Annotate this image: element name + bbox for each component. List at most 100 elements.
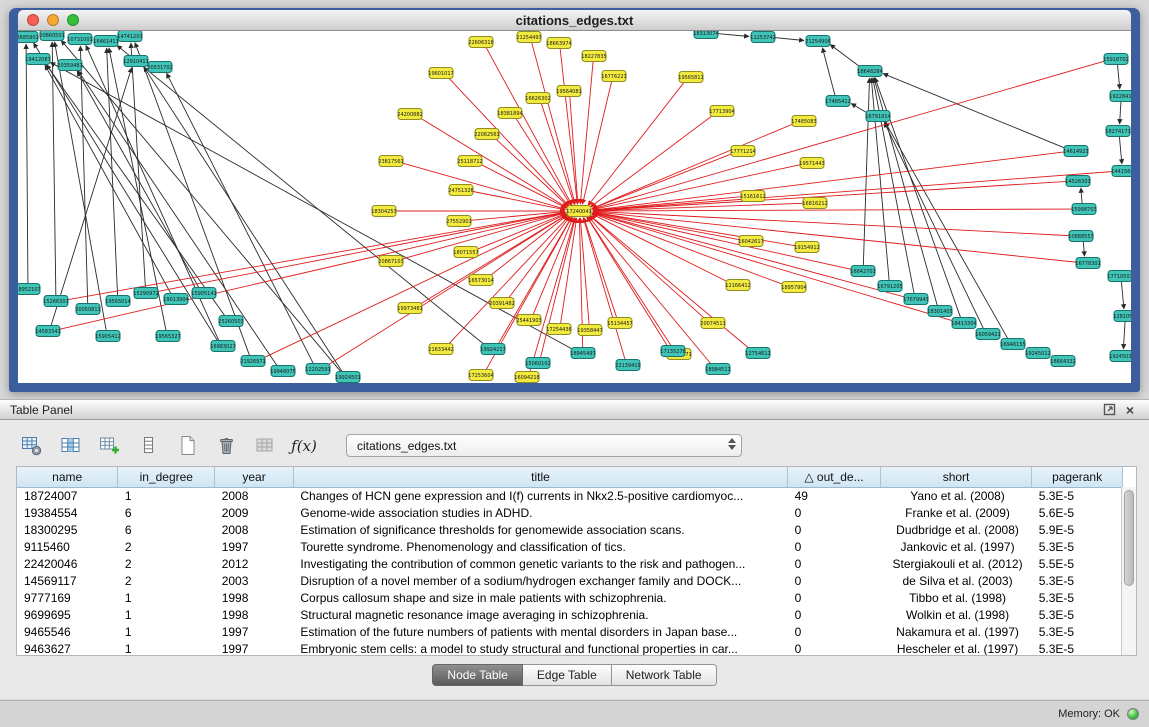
graph-node-label: 12754611 bbox=[745, 351, 770, 357]
graph-node-label: 15161612 bbox=[740, 194, 765, 200]
table-cell: Investigating the contribution of common… bbox=[293, 555, 787, 572]
close-panel-button[interactable]: × bbox=[1121, 402, 1139, 418]
table-cell: 5.3E-5 bbox=[1032, 640, 1123, 656]
table-scrollbar[interactable] bbox=[1121, 487, 1136, 655]
graph-node-label: 21254906 bbox=[805, 39, 830, 45]
delete-table-icon[interactable] bbox=[213, 433, 239, 459]
close-window-button[interactable] bbox=[27, 14, 39, 26]
graph-node-label: 17710503 bbox=[1107, 274, 1131, 280]
citation-network-graph[interactable]: 1724004119564081166263021838189422082561… bbox=[18, 31, 1131, 383]
table-cell: 0 bbox=[788, 623, 881, 640]
table-row[interactable]: 969969511998Structural magnetic resonanc… bbox=[17, 606, 1123, 623]
column-header-name[interactable]: name bbox=[17, 467, 118, 487]
column-header-title[interactable]: title bbox=[293, 467, 787, 487]
table-cell: 0 bbox=[788, 521, 881, 538]
table-cell: 0 bbox=[788, 606, 881, 623]
table-cell: Dudbridge et al. (2008) bbox=[880, 521, 1031, 538]
graph-node-label: 20391482 bbox=[489, 301, 514, 307]
column-header-out_de[interactable]: △ out_de... bbox=[788, 467, 881, 487]
graph-node-label: 11253742 bbox=[750, 35, 775, 41]
table-cell: Tibbo et al. (1998) bbox=[880, 589, 1031, 606]
float-panel-button[interactable] bbox=[1098, 403, 1121, 416]
new-document-icon bbox=[177, 435, 198, 456]
column-header-pagerank[interactable]: pagerank bbox=[1032, 467, 1123, 487]
column-header-in_degree[interactable]: in_degree bbox=[118, 467, 215, 487]
table-cell: Franke et al. (2009) bbox=[880, 504, 1031, 521]
graph-node-label: 19924501 bbox=[335, 375, 360, 381]
graph-node-label: 12910411 bbox=[123, 59, 148, 65]
tab-edge-table[interactable]: Edge Table bbox=[523, 664, 612, 686]
show-columns-icon[interactable] bbox=[57, 433, 83, 459]
grid-plus-icon bbox=[99, 435, 120, 456]
graph-node-label: 18685901 bbox=[18, 35, 39, 41]
float-panel-icon bbox=[1103, 403, 1116, 416]
graph-node-label: 16094218 bbox=[514, 375, 539, 381]
graph-edge bbox=[1119, 136, 1122, 164]
trash-icon bbox=[216, 435, 237, 456]
column-header-year[interactable]: year bbox=[215, 467, 294, 487]
graph-edge bbox=[80, 46, 87, 304]
table-cell: 2 bbox=[118, 555, 215, 572]
table-cell: 9463627 bbox=[17, 640, 118, 656]
graph-edge bbox=[593, 181, 1069, 210]
column-header-short[interactable]: short bbox=[880, 467, 1031, 487]
table-selector-dropdown[interactable]: citations_edges.txt bbox=[346, 434, 742, 457]
table-row[interactable]: 977716911998Corpus callosum shape and si… bbox=[17, 589, 1123, 606]
table-cell: 0 bbox=[788, 640, 881, 656]
graph-edge bbox=[61, 40, 342, 373]
graph-node-label: 14614921 bbox=[1063, 149, 1088, 155]
graph-node-label: 18413304 bbox=[951, 321, 976, 327]
table-cell: 5.3E-5 bbox=[1032, 487, 1123, 504]
table-row[interactable]: 1872400712008Changes of HCN gene express… bbox=[17, 487, 1123, 504]
scrollbar-thumb[interactable] bbox=[1124, 490, 1134, 586]
table-row[interactable]: 946362711997Embryonic stem cells: a mode… bbox=[17, 640, 1123, 656]
function-builder-icon[interactable]: ƒ(x) bbox=[291, 433, 317, 459]
new-table-icon[interactable] bbox=[174, 433, 200, 459]
table-row[interactable]: 946554611997Estimation of the future num… bbox=[17, 623, 1123, 640]
graph-node-label: 19924217 bbox=[480, 347, 505, 353]
graph-node-label: 17771214 bbox=[730, 149, 755, 155]
graph-node-label: 20860501 bbox=[39, 33, 64, 39]
table-cell: Genome-wide association studies in ADHD. bbox=[293, 504, 787, 521]
graph-node-label: 17679943 bbox=[903, 297, 928, 303]
graph-node-label: 15290972 bbox=[133, 291, 158, 297]
table-cell: Yano et al. (2008) bbox=[880, 487, 1031, 504]
window-titlebar[interactable]: citations_edges.txt bbox=[18, 10, 1131, 31]
graph-node-label: 16791205 bbox=[877, 284, 902, 290]
table-cell: Estimation of the future numbers of pati… bbox=[293, 623, 787, 640]
zoom-window-button[interactable] bbox=[67, 14, 79, 26]
table-cell: 9699695 bbox=[17, 606, 118, 623]
import-table-disabled-icon bbox=[255, 435, 276, 456]
create-column-icon[interactable] bbox=[96, 433, 122, 459]
graph-node-label: 18663974 bbox=[546, 41, 571, 47]
table-row[interactable]: 1456911722003Disruption of a novel membe… bbox=[17, 572, 1123, 589]
tab-node-table[interactable]: Node Table bbox=[432, 664, 523, 686]
table-cell: 2 bbox=[118, 538, 215, 555]
graph-node-label: 19412087 bbox=[25, 57, 50, 63]
table-row[interactable]: 1938455462009Genome-wide association stu… bbox=[17, 504, 1123, 521]
window-controls bbox=[27, 14, 79, 26]
import-table-icon[interactable] bbox=[252, 433, 278, 459]
graph-node-label: 12810503 bbox=[1113, 314, 1131, 320]
graph-node-label: 21926971 bbox=[240, 359, 265, 365]
tab-network-table[interactable]: Network Table bbox=[612, 664, 717, 686]
graph-edge bbox=[45, 65, 172, 295]
table-cell: 0 bbox=[788, 538, 881, 555]
table-row[interactable]: 911546021997Tourette syndrome. Phenomeno… bbox=[17, 538, 1123, 555]
memory-status-label: Memory: OK bbox=[1058, 708, 1120, 720]
table-row[interactable]: 1830029562008Estimation of significance … bbox=[17, 521, 1123, 538]
table-cell: Disruption of a novel member of a sodium… bbox=[293, 572, 787, 589]
table-row[interactable]: 2242004622012Investigating the contribut… bbox=[17, 555, 1123, 572]
graph-edge bbox=[26, 44, 28, 284]
table-cell: Structural magnetic resonance image aver… bbox=[293, 606, 787, 623]
network-canvas[interactable]: 1724004119564081166263021838189422082561… bbox=[18, 31, 1131, 383]
graph-node-label: 18945497 bbox=[570, 351, 595, 357]
graph-edge bbox=[593, 212, 1079, 263]
minimize-window-button[interactable] bbox=[47, 14, 59, 26]
row-tools-icon[interactable] bbox=[135, 433, 161, 459]
graph-node-label: 25118712 bbox=[457, 159, 482, 165]
table-cell: Wolkin et al. (1998) bbox=[880, 606, 1031, 623]
graph-node-label: 19565014 bbox=[105, 299, 130, 305]
table-mode-icon[interactable] bbox=[18, 433, 44, 459]
table-cell: 0 bbox=[788, 504, 881, 521]
